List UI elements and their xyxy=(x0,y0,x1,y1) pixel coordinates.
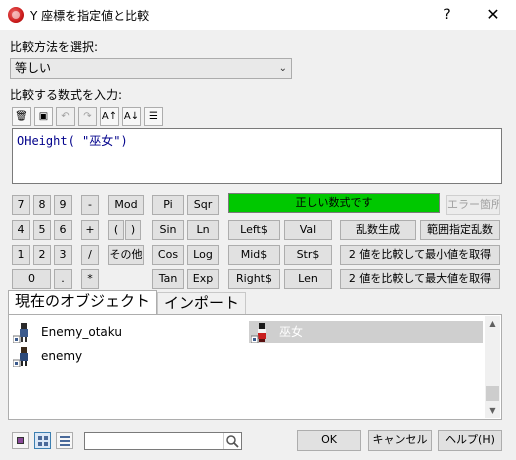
key-exp[interactable]: Exp xyxy=(187,269,219,289)
key-mod[interactable]: Mod xyxy=(108,195,144,215)
compare-method-label: 比較方法を選択: xyxy=(10,40,99,54)
object-tabs: 現在のオブジェクト インポート xyxy=(8,290,247,314)
help-button[interactable]: ヘルプ(H) xyxy=(438,430,502,451)
scroll-down-icon[interactable]: ▼ xyxy=(485,403,500,418)
error-location-button[interactable]: エラー箇所 xyxy=(446,195,500,215)
object-name: 巫女 xyxy=(279,325,304,339)
key-4[interactable]: 4 xyxy=(12,220,30,240)
key-0[interactable]: 0 xyxy=(12,269,51,289)
view-grid-icon[interactable] xyxy=(34,432,51,449)
key-5[interactable]: 5 xyxy=(33,220,51,240)
formula-input[interactable]: OHeight( "巫女") xyxy=(12,128,502,184)
insert-object-icon[interactable]: ▣ xyxy=(34,107,53,126)
character-icon xyxy=(13,323,28,343)
formula-label: 比較する数式を入力: xyxy=(10,88,123,102)
key-1[interactable]: 1 xyxy=(12,245,30,265)
redo-icon[interactable]: ↷ xyxy=(78,107,97,126)
key-3[interactable]: 3 xyxy=(54,245,72,265)
tab-current-objects[interactable]: 現在のオブジェクト xyxy=(8,290,158,314)
key-divide[interactable]: / xyxy=(81,245,99,265)
key-right[interactable]: Right$ xyxy=(228,269,280,289)
key-2[interactable]: 2 xyxy=(33,245,51,265)
key-minus[interactable]: - xyxy=(81,195,99,215)
delete-icon[interactable]: 🗑 xyxy=(12,107,31,126)
close-icon[interactable]: ✕ xyxy=(470,0,516,30)
key-sqr[interactable]: Sqr xyxy=(187,195,219,215)
object-name: Enemy_otaku xyxy=(41,325,122,339)
view-list-icon[interactable] xyxy=(56,432,73,449)
key-random[interactable]: 乱数生成 xyxy=(340,220,416,240)
key-multiply[interactable]: * xyxy=(81,269,99,289)
key-lparen[interactable]: ( xyxy=(108,220,124,240)
key-val[interactable]: Val xyxy=(284,220,332,240)
key-range-random[interactable]: 範囲指定乱数 xyxy=(420,220,500,240)
max-compare-button[interactable]: 2 値を比較して最大値を取得 xyxy=(340,269,500,289)
search-input[interactable] xyxy=(84,432,242,450)
window-title: Y 座標を指定値と比較 xyxy=(30,9,150,23)
key-cos[interactable]: Cos xyxy=(152,245,184,265)
key-dot[interactable]: . xyxy=(54,269,72,289)
object-list: Enemy_otaku 巫女 enemy ▲ ▼ xyxy=(8,314,502,420)
key-ln[interactable]: Ln xyxy=(187,220,219,240)
list-scrollbar[interactable]: ▲ ▼ xyxy=(485,316,500,418)
tab-import[interactable]: インポート xyxy=(157,292,247,314)
character-icon xyxy=(251,323,266,343)
font-increase-icon[interactable]: A↑ xyxy=(100,107,119,126)
title-bar: Y 座標を指定値と比較 ? ✕ xyxy=(0,0,516,30)
min-compare-button[interactable]: 2 値を比較して最小値を取得 xyxy=(340,245,500,265)
key-7[interactable]: 7 xyxy=(12,195,30,215)
view-large-icon[interactable] xyxy=(12,432,29,449)
font-decrease-icon[interactable]: A↓ xyxy=(122,107,141,126)
key-6[interactable]: 6 xyxy=(54,220,72,240)
ok-button[interactable]: OK xyxy=(297,430,361,451)
key-mid[interactable]: Mid$ xyxy=(228,245,280,265)
key-other[interactable]: その他 xyxy=(108,245,144,265)
key-sin[interactable]: Sin xyxy=(152,220,184,240)
app-icon xyxy=(8,7,24,23)
scroll-up-icon[interactable]: ▲ xyxy=(485,316,500,331)
key-tan[interactable]: Tan xyxy=(152,269,184,289)
key-len[interactable]: Len xyxy=(284,269,332,289)
key-str[interactable]: Str$ xyxy=(284,245,332,265)
formula-status: 正しい数式です xyxy=(228,193,440,213)
key-left[interactable]: Left$ xyxy=(228,220,280,240)
compare-method-value: 等しい xyxy=(15,61,52,75)
undo-icon[interactable]: ↶ xyxy=(56,107,75,126)
key-log[interactable]: Log xyxy=(187,245,219,265)
list-item[interactable]: enemy xyxy=(11,345,241,367)
help-icon[interactable]: ? xyxy=(424,0,470,30)
search-icon[interactable] xyxy=(223,433,239,449)
chevron-down-icon: ⌄ xyxy=(278,63,287,74)
cancel-button[interactable]: キャンセル xyxy=(368,430,432,451)
formula-toolbar: 🗑 ▣ ↶ ↷ A↑ A↓ ☰ xyxy=(12,107,163,127)
list-item[interactable]: 巫女 xyxy=(249,321,483,343)
compare-method-select[interactable]: 等しい ⌄ xyxy=(10,58,292,79)
key-plus[interactable]: + xyxy=(81,220,99,240)
key-8[interactable]: 8 xyxy=(33,195,51,215)
character-icon xyxy=(13,347,28,367)
key-9[interactable]: 9 xyxy=(54,195,72,215)
object-name: enemy xyxy=(41,349,83,363)
list-item[interactable]: Enemy_otaku xyxy=(11,321,241,343)
scroll-thumb[interactable] xyxy=(486,386,499,401)
key-rparen[interactable]: ) xyxy=(125,220,141,240)
key-pi[interactable]: Pi xyxy=(152,195,184,215)
list-icon[interactable]: ☰ xyxy=(144,107,163,126)
